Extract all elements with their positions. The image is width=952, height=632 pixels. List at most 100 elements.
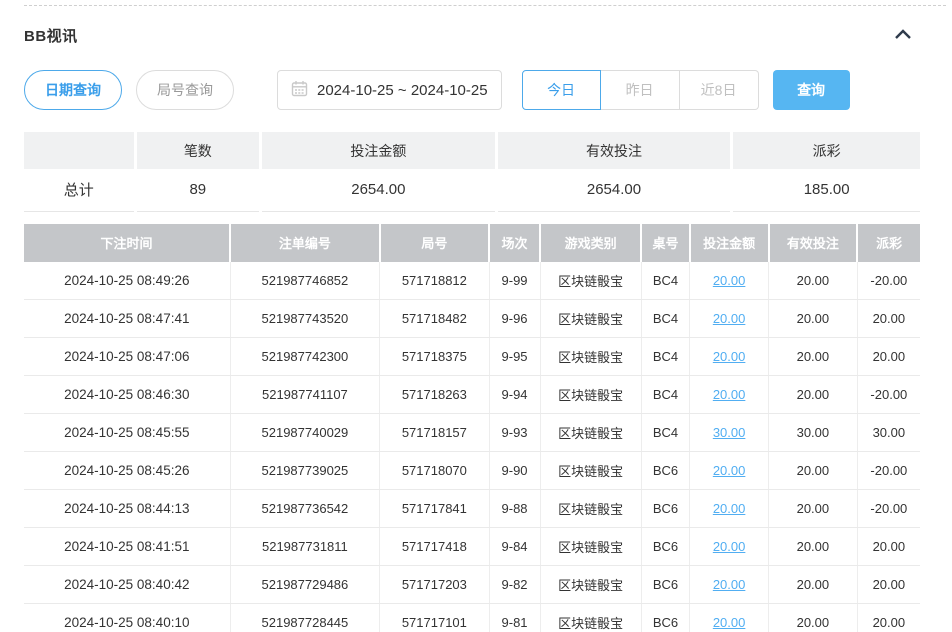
cell: 9-94 xyxy=(489,376,540,414)
cell: 2024-10-25 08:40:10 xyxy=(24,604,230,632)
bb-video-panel: BB视讯 日期查询 局号查询 2024-10-25 ~ 2024-10-25 xyxy=(0,25,952,632)
date-query-tab[interactable]: 日期查询 xyxy=(24,70,122,110)
collapse-panel-button[interactable] xyxy=(892,26,914,45)
cell: 571717418 xyxy=(380,528,489,566)
cell: 571718157 xyxy=(380,414,489,452)
bet-table-header-row: 下注时间注单编号局号场次游戏类别桌号投注金额有效投注派彩 xyxy=(24,224,920,262)
bet-amount-link[interactable]: 20.00 xyxy=(713,577,746,592)
summary-cell: 总计 xyxy=(24,169,135,211)
cell: 521987743520 xyxy=(230,300,380,338)
quick-range-group: 今日昨日近8日 xyxy=(522,70,759,110)
cell: 30.00 xyxy=(857,414,920,452)
bet-amount-link[interactable]: 30.00 xyxy=(713,425,746,440)
bet-amount-link[interactable]: 20.00 xyxy=(713,501,746,516)
round-query-tab[interactable]: 局号查询 xyxy=(136,70,234,110)
filter-bar: 日期查询 局号查询 2024-10-25 ~ 2024-10-25 今日昨日近8… xyxy=(24,70,920,110)
table-row: 2024-10-25 08:49:26521987746852571718812… xyxy=(24,262,920,300)
cell: 20.00 xyxy=(769,338,858,376)
bet-amount-link[interactable]: 20.00 xyxy=(713,349,746,364)
bet-amount-cell: 20.00 xyxy=(690,490,769,528)
cell: 2024-10-25 08:47:06 xyxy=(24,338,230,376)
bet-amount-link[interactable]: 20.00 xyxy=(713,273,746,288)
quick-range-近8日[interactable]: 近8日 xyxy=(680,70,759,110)
bet-col-header: 注单编号 xyxy=(230,224,380,262)
cell: -20.00 xyxy=(857,376,920,414)
bet-col-header: 游戏类别 xyxy=(540,224,641,262)
cell: 571717101 xyxy=(380,604,489,632)
bet-col-header: 派彩 xyxy=(857,224,920,262)
cell: 20.00 xyxy=(769,300,858,338)
bet-amount-link[interactable]: 20.00 xyxy=(713,539,746,554)
cell: 521987729486 xyxy=(230,566,380,604)
cell: 571718263 xyxy=(380,376,489,414)
cell: 9-90 xyxy=(489,452,540,490)
cell: 20.00 xyxy=(769,490,858,528)
panel-header: BB视讯 xyxy=(24,25,920,46)
cell: 20.00 xyxy=(857,566,920,604)
cell: 2024-10-25 08:47:41 xyxy=(24,300,230,338)
cell: 521987740029 xyxy=(230,414,380,452)
calendar-icon xyxy=(291,80,308,101)
cell: 区块链骰宝 xyxy=(540,414,641,452)
bet-amount-link[interactable]: 20.00 xyxy=(713,311,746,326)
panel-title: BB视讯 xyxy=(24,25,78,46)
cell: 2024-10-25 08:45:55 xyxy=(24,414,230,452)
bet-col-header: 有效投注 xyxy=(769,224,858,262)
cell: 2024-10-25 08:46:30 xyxy=(24,376,230,414)
cell: BC4 xyxy=(641,300,689,338)
summary-table: 笔数投注金额有效投注派彩 总计892654.002654.00185.00 xyxy=(24,132,920,212)
bet-amount-cell: 20.00 xyxy=(690,338,769,376)
summary-total-row: 总计892654.002654.00185.00 xyxy=(24,169,920,211)
cell: 571718812 xyxy=(380,262,489,300)
cell: 9-81 xyxy=(489,604,540,632)
table-row: 2024-10-25 08:44:13521987736542571717841… xyxy=(24,490,920,528)
cell: 20.00 xyxy=(769,528,858,566)
summary-cell: 2654.00 xyxy=(261,169,497,211)
cell: 2024-10-25 08:44:13 xyxy=(24,490,230,528)
quick-range-今日[interactable]: 今日 xyxy=(522,70,601,110)
date-range-input[interactable]: 2024-10-25 ~ 2024-10-25 xyxy=(277,70,502,110)
cell: 20.00 xyxy=(769,604,858,632)
cell: 521987736542 xyxy=(230,490,380,528)
cell: 2024-10-25 08:41:51 xyxy=(24,528,230,566)
cell: 20.00 xyxy=(857,338,920,376)
cell: 9-82 xyxy=(489,566,540,604)
bet-amount-link[interactable]: 20.00 xyxy=(713,615,746,630)
table-row: 2024-10-25 08:40:42521987729486571717203… xyxy=(24,566,920,604)
cell: BC4 xyxy=(641,262,689,300)
cell: 20.00 xyxy=(769,452,858,490)
search-button[interactable]: 查询 xyxy=(773,70,850,110)
cell: 区块链骰宝 xyxy=(540,604,641,632)
cell: 9-99 xyxy=(489,262,540,300)
quick-range-昨日[interactable]: 昨日 xyxy=(601,70,680,110)
bet-amount-cell: 20.00 xyxy=(690,262,769,300)
summary-cell: 89 xyxy=(135,169,260,211)
bet-amount-cell: 20.00 xyxy=(690,604,769,632)
bet-col-header: 桌号 xyxy=(641,224,689,262)
cell: 20.00 xyxy=(857,300,920,338)
cell: 571718375 xyxy=(380,338,489,376)
cell: BC4 xyxy=(641,414,689,452)
summary-col-header xyxy=(24,132,135,169)
cell: 区块链骰宝 xyxy=(540,338,641,376)
cell: 20.00 xyxy=(769,262,858,300)
summary-col-header: 有效投注 xyxy=(496,132,732,169)
bet-amount-cell: 20.00 xyxy=(690,452,769,490)
cell: 521987746852 xyxy=(230,262,380,300)
cell: 20.00 xyxy=(857,604,920,632)
cell: BC6 xyxy=(641,604,689,632)
table-row: 2024-10-25 08:46:30521987741107571718263… xyxy=(24,376,920,414)
cell: 571718070 xyxy=(380,452,489,490)
cell: BC6 xyxy=(641,566,689,604)
bet-amount-link[interactable]: 20.00 xyxy=(713,387,746,402)
cell: 521987741107 xyxy=(230,376,380,414)
chevron-up-icon xyxy=(894,28,912,43)
top-dashed-divider xyxy=(24,5,946,6)
cell: 区块链骰宝 xyxy=(540,262,641,300)
cell: -20.00 xyxy=(857,452,920,490)
cell: 区块链骰宝 xyxy=(540,566,641,604)
cell: 521987742300 xyxy=(230,338,380,376)
cell: 9-93 xyxy=(489,414,540,452)
cell: 571718482 xyxy=(380,300,489,338)
bet-amount-link[interactable]: 20.00 xyxy=(713,463,746,478)
